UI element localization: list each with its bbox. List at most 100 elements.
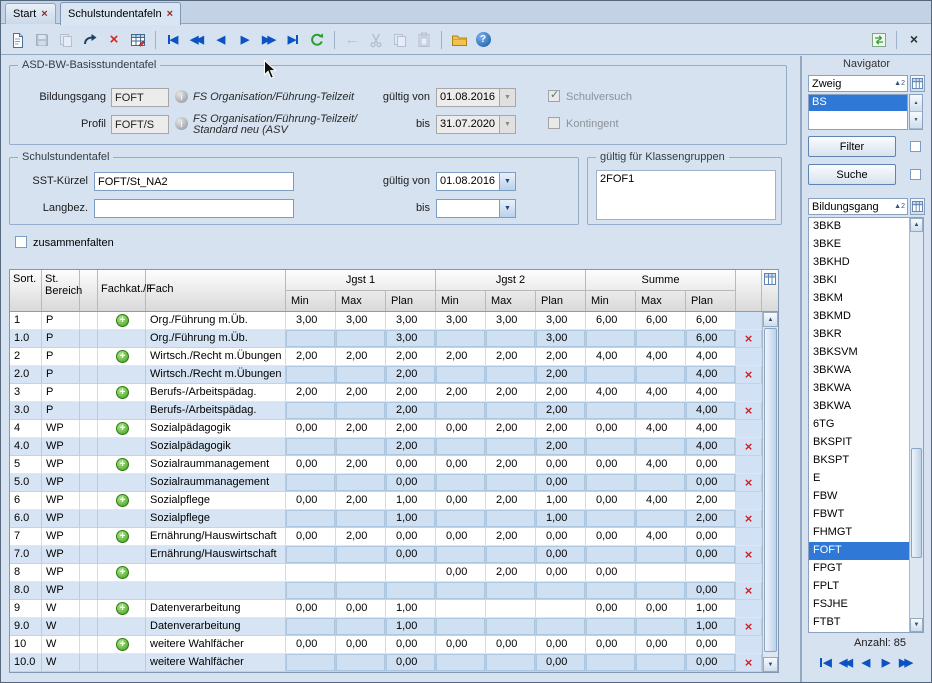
chevron-down-icon[interactable]: ▼ [499,173,515,190]
undo-icon[interactable] [79,29,101,51]
cell-jgst2-max[interactable] [486,474,536,492]
bildungsgang-item[interactable]: E [809,470,910,488]
new-record-icon[interactable] [7,29,29,51]
cell-fach[interactable]: weitere Wahlfächer [146,654,286,672]
add-fach-button[interactable]: + [116,638,129,651]
cell-summe-plan[interactable]: 4,00 [686,402,736,420]
cell-summe-plan[interactable]: 4,00 [686,366,736,384]
open-folder-icon[interactable] [448,29,470,51]
cell-summe-plan[interactable]: 0,00 [686,546,736,564]
bildungsgang-item[interactable]: 3BKSVM [809,344,910,362]
cell-st-bereich[interactable]: WP [42,582,80,600]
cell-jgst2-plan[interactable] [536,600,586,618]
bildungsgang-item[interactable]: 3BKB [809,218,910,236]
cell-jgst2-plan[interactable]: 0,00 [536,528,586,546]
col-header-plan-2[interactable]: Plan [536,291,586,311]
cell-summe-max[interactable] [636,438,686,456]
cell-jgst2-min[interactable]: 0,00 [436,492,486,510]
cell-summe-max[interactable] [636,402,686,420]
cell-summe-min[interactable]: 6,00 [586,312,636,330]
cell-jgst1-max[interactable]: 0,00 [336,600,386,618]
cell-jgst2-min[interactable] [436,366,486,384]
nav-fast-prev-icon[interactable]: ◀◀ [186,29,208,51]
cell-jgst2-plan[interactable]: 2,00 [536,348,586,366]
cell-jgst2-max[interactable]: 2,00 [486,348,536,366]
cell-jgst1-max[interactable]: 3,00 [336,312,386,330]
cell-summe-min[interactable]: 0,00 [586,600,636,618]
cell-summe-plan[interactable]: 0,00 [686,474,736,492]
cell-summe-min[interactable]: 0,00 [586,528,636,546]
cell-fach[interactable]: Wirtsch./Recht m.Übungen [146,348,286,366]
col-header-min-2[interactable]: Min [436,291,486,311]
cell-jgst1-plan[interactable]: 2,00 [386,438,436,456]
cell-jgst2-min[interactable] [436,474,486,492]
cell-st-bereich[interactable]: P [42,312,80,330]
cell-jgst1-max[interactable] [336,402,386,420]
cell-sort[interactable]: 1.0 [10,330,42,348]
cell-jgst2-max[interactable] [486,438,536,456]
col-header-max-3[interactable]: Max [636,291,686,311]
nav-fast-prev-button[interactable]: ◀◀ [838,654,855,670]
zweig-item[interactable]: BS [809,95,907,111]
cell-sort[interactable]: 4 [10,420,42,438]
table-column-chooser-button[interactable] [762,270,778,311]
add-fach-button[interactable]: + [116,386,129,399]
cell-fach[interactable]: Sozialpädagogik [146,420,286,438]
cell-jgst1-plan[interactable]: 0,00 [386,546,436,564]
cell-jgst2-max[interactable]: 2,00 [486,384,536,402]
cell-summe-min[interactable] [586,402,636,420]
scroll-up-icon[interactable]: ▲ [910,218,923,232]
cell-fach[interactable]: Org./Führung m.Üb. [146,312,286,330]
refresh-icon[interactable] [306,29,328,51]
cell-st-bereich[interactable]: WP [42,546,80,564]
delete-row-button[interactable]: × [745,621,753,633]
add-fach-button[interactable]: + [116,458,129,471]
cell-sort[interactable]: 2.0 [10,366,42,384]
cell-jgst1-plan[interactable]: 2,00 [386,420,436,438]
cell-st-bereich[interactable]: W [42,600,80,618]
cell-jgst2-plan[interactable]: 2,00 [536,384,586,402]
cell-sort[interactable]: 9 [10,600,42,618]
filter-button[interactable]: Filter [808,136,896,157]
cell-st-bereich[interactable]: P [42,402,80,420]
langbez-input[interactable] [94,199,294,218]
cell-sort[interactable]: 9.0 [10,618,42,636]
cell-jgst2-min[interactable]: 0,00 [436,636,486,654]
col-header-st-bereich[interactable]: St.Bereich [42,270,80,311]
sst-kuerzel-input[interactable] [94,172,294,191]
cell-sort[interactable]: 5.0 [10,474,42,492]
cell-jgst2-min[interactable] [436,582,486,600]
cell-summe-max[interactable]: 4,00 [636,348,686,366]
bildungsgang-item[interactable]: 3BKHD [809,254,910,272]
bildungsgang-scrollbar[interactable]: ▲ ▼ [909,218,923,632]
cell-jgst1-plan[interactable]: 2,00 [386,348,436,366]
cell-jgst2-min[interactable] [436,510,486,528]
zweig-scrollbar[interactable]: ▲ ▼ [909,94,923,130]
scroll-thumb[interactable] [911,448,922,558]
cell-jgst1-min[interactable]: 0,00 [286,528,336,546]
cell-jgst2-min[interactable]: 0,00 [436,420,486,438]
cell-sort[interactable]: 10.0 [10,654,42,672]
cell-jgst1-min[interactable]: 0,00 [286,420,336,438]
cell-summe-max[interactable]: 0,00 [636,636,686,654]
cell-jgst1-max[interactable] [336,438,386,456]
cell-jgst1-min[interactable]: 0,00 [286,636,336,654]
cell-jgst2-max[interactable]: 2,00 [486,492,536,510]
cell-jgst1-plan[interactable]: 1,00 [386,618,436,636]
cell-jgst1-plan[interactable]: 0,00 [386,528,436,546]
cell-jgst1-max[interactable] [336,330,386,348]
cell-st-bereich[interactable]: WP [42,456,80,474]
cell-summe-min[interactable]: 0,00 [586,492,636,510]
bildungsgang-item[interactable]: FPLT [809,578,910,596]
delete-row-button[interactable]: × [745,405,753,417]
bildungsgang-item[interactable]: 3BKE [809,236,910,254]
cell-jgst1-min[interactable] [286,366,336,384]
zweig-column-chooser-button[interactable] [910,75,925,92]
tafel-gueltig-von-combo[interactable]: 01.08.2016 ▼ [436,172,516,191]
cell-jgst1-max[interactable]: 2,00 [336,456,386,474]
delete-row-button[interactable]: × [745,369,753,381]
cell-summe-min[interactable] [586,330,636,348]
cell-summe-min[interactable] [586,438,636,456]
cell-jgst2-plan[interactable]: 0,00 [536,636,586,654]
delete-record-icon[interactable]: × [103,29,125,51]
